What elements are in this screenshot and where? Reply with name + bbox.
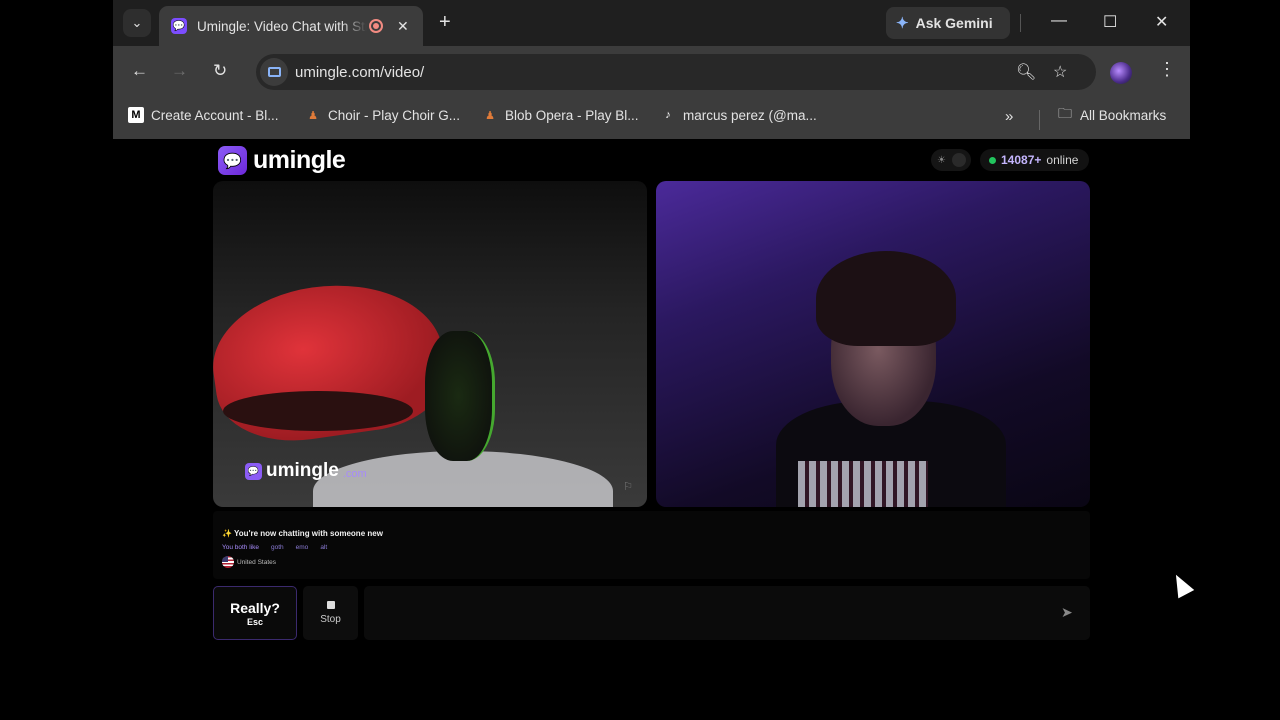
- browser-toolbar: ← → ↻ umingle.com/video/ 🔍︎ ☆ ⋮: [113, 46, 1190, 100]
- country-text: United States: [237, 558, 277, 566]
- send-icon[interactable]: ➤: [1061, 604, 1073, 621]
- camera-icon: [267, 67, 281, 77]
- recording-indicator-icon: [369, 19, 383, 33]
- tab-title: Umingle: Video Chat with Strangers: [197, 18, 367, 34]
- bookmarks-bar: M Create Account - Bl... ♟ Choir - Play …: [113, 100, 1190, 139]
- chevron-down-icon: ⌄: [131, 15, 143, 30]
- bookmark-item[interactable]: ♟ Choir - Play Choir G...: [305, 107, 460, 123]
- reload-icon: ↻: [213, 61, 228, 80]
- back-button[interactable]: ←: [131, 61, 148, 81]
- more-bookmarks-icon[interactable]: »: [1005, 108, 1013, 125]
- gemini-sparkle-icon: ✦: [896, 15, 909, 32]
- zoom-icon[interactable]: 🔍︎: [1016, 62, 1036, 82]
- video-headphones: [425, 331, 495, 461]
- bookmark-label: Create Account - Bl...: [151, 107, 279, 123]
- ask-gemini-label: Ask Gemini: [915, 15, 993, 31]
- interest-tag: emo: [295, 544, 309, 551]
- page-content: 💬 umingle ☀ 14087+ online 💬 umingle .com…: [113, 139, 1190, 649]
- sun-icon: ☀: [937, 154, 946, 166]
- video-shirt-print: [798, 461, 928, 507]
- stop-icon: [326, 601, 335, 609]
- maximize-button[interactable]: ☐: [1103, 12, 1117, 32]
- divider: [1039, 110, 1040, 130]
- bookmark-star-icon[interactable]: ☆: [1053, 62, 1067, 82]
- stranger-country: United States: [222, 556, 1081, 568]
- chat-info-panel: ✨ You're now chatting with someone new Y…: [213, 511, 1090, 579]
- url-text: umingle.com/video/: [295, 63, 425, 81]
- bookmark-label: Choir - Play Choir G...: [328, 107, 461, 123]
- skip-button[interactable]: Really? Esc: [213, 586, 297, 640]
- video-watermark: 💬 umingle .com: [245, 460, 367, 482]
- stranger-video: [656, 181, 1090, 507]
- tiktok-icon: ♪: [665, 109, 671, 121]
- chat-status-text: You're now chatting with someone new: [234, 529, 383, 538]
- address-bar[interactable]: umingle.com/video/ 🔍︎ ☆: [256, 54, 1096, 90]
- chat-message-input[interactable]: [364, 586, 1090, 640]
- chat-bubble-icon: 💬: [218, 146, 247, 175]
- close-window-button[interactable]: ✕: [1155, 12, 1168, 32]
- online-count: 14087+: [1001, 153, 1042, 167]
- skip-shortcut-label: Esc: [246, 616, 263, 627]
- forward-button[interactable]: →: [171, 61, 188, 81]
- new-tab-button[interactable]: +: [439, 11, 451, 34]
- chat-status: ✨ You're now chatting with someone new: [222, 529, 383, 538]
- umingle-favicon-icon: 💬: [171, 18, 187, 34]
- video-cap-brim: [223, 391, 413, 431]
- site-info-button[interactable]: [260, 58, 288, 86]
- logo-text: umingle: [253, 146, 346, 174]
- online-label: online: [1046, 153, 1079, 167]
- tab-strip: ⌄ 💬 Umingle: Video Chat with Strangers ✕…: [113, 0, 1190, 46]
- profile-avatar[interactable]: [1110, 62, 1132, 84]
- interest-tag: goth: [271, 544, 284, 551]
- choir-figure-icon: ♟: [485, 109, 495, 122]
- video-hair: [816, 251, 956, 346]
- divider: [1020, 14, 1021, 32]
- reload-button[interactable]: ↻: [213, 61, 227, 81]
- online-dot-icon: [989, 156, 996, 164]
- site-logo[interactable]: 💬 umingle: [218, 146, 346, 175]
- skip-button-label: Really?: [230, 599, 280, 616]
- all-bookmarks-button[interactable]: 🗀 All Bookmarks: [1057, 105, 1167, 123]
- bookmark-site-icon: M: [128, 107, 144, 123]
- online-count-badge: 14087+ online: [980, 149, 1090, 171]
- close-tab-icon[interactable]: ✕: [397, 18, 409, 35]
- watermark-text: umingle: [266, 460, 339, 481]
- ask-gemini-button[interactable]: ✦ Ask Gemini: [886, 7, 1010, 39]
- tab-search-button[interactable]: ⌄: [123, 9, 151, 37]
- folder-icon: 🗀: [1058, 105, 1072, 121]
- bookmark-item[interactable]: M Create Account - Bl...: [128, 107, 279, 123]
- local-video: 💬 umingle .com ⚐: [213, 181, 647, 507]
- arrow-left-icon: ←: [131, 61, 148, 80]
- bookmark-item[interactable]: ♪ marcus perez (@ma...: [660, 107, 817, 123]
- chat-bubble-icon: 💬: [245, 462, 262, 480]
- stop-button[interactable]: Stop: [303, 586, 358, 640]
- browser-menu-icon[interactable]: ⋮: [1158, 59, 1176, 80]
- watermark-domain: .com: [342, 468, 367, 480]
- shared-interests: You both like goth emo alt: [222, 544, 1081, 551]
- bookmark-label: Blob Opera - Play Bl...: [505, 107, 639, 123]
- browser-window: ⌄ 💬 Umingle: Video Chat with Strangers ✕…: [113, 0, 1190, 649]
- us-flag-icon: [222, 556, 234, 568]
- toggle-knob: [951, 153, 966, 167]
- bookmark-item[interactable]: ♟ Blob Opera - Play Bl...: [482, 107, 639, 123]
- shared-interests-label: You both like: [222, 544, 259, 551]
- active-tab[interactable]: 💬 Umingle: Video Chat with Strangers ✕: [159, 6, 423, 46]
- report-flag-icon[interactable]: ⚐: [623, 480, 633, 493]
- bookmark-label: marcus perez (@ma...: [683, 107, 817, 123]
- choir-figure-icon: ♟: [308, 109, 318, 122]
- arrow-right-icon: →: [171, 61, 188, 80]
- interest-tag: alt: [320, 544, 328, 551]
- theme-toggle[interactable]: ☀: [931, 149, 971, 171]
- all-bookmarks-label: All Bookmarks: [1080, 107, 1167, 123]
- stop-label: Stop: [320, 614, 341, 625]
- minimize-button[interactable]: —: [1051, 12, 1067, 30]
